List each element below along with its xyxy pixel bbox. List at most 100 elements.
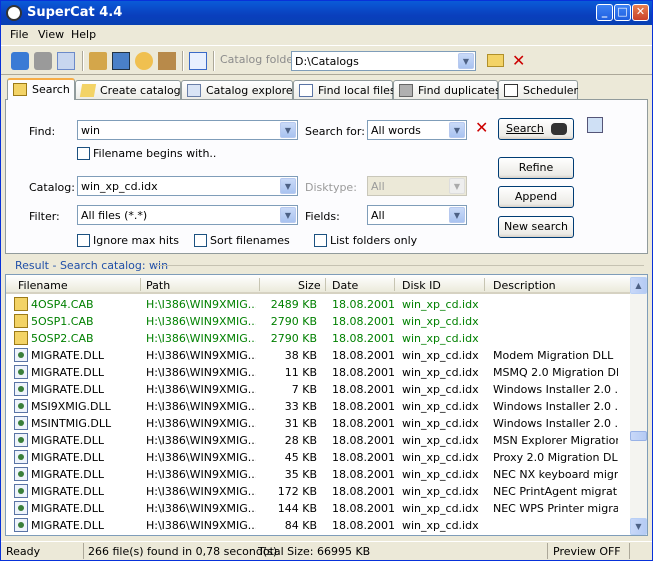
preview-icon[interactable] [587, 117, 603, 133]
disktype-select: All ▼ [367, 176, 467, 196]
search-panel: Find: win ▼ Search for: All words ▼ ✕ Se… [5, 99, 648, 254]
dll-file-icon [14, 382, 28, 396]
scheduler-icon [504, 84, 518, 97]
append-button[interactable]: Append [498, 186, 574, 208]
chevron-down-icon[interactable]: ▼ [449, 207, 465, 223]
dll-file-icon [14, 433, 28, 447]
col-filename[interactable]: Filename [18, 279, 68, 292]
copy-icon[interactable] [57, 52, 75, 70]
toolbar-separator [82, 51, 84, 71]
cab-file-icon [14, 314, 28, 328]
cell-desc: Modem Migration DLL [493, 349, 614, 362]
column-divider[interactable] [259, 278, 260, 291]
chevron-down-icon[interactable]: ▼ [280, 207, 296, 223]
window-icon[interactable] [189, 52, 207, 70]
menu-file[interactable]: File [10, 28, 28, 41]
tab-find-local-files[interactable]: Find local files [293, 80, 396, 100]
search-button[interactable]: Search [498, 118, 574, 140]
table-row[interactable]: 5OSP2.CAB H:\I386\WIN9XMIG... 2790 KB 18.08… [6, 330, 630, 347]
table-row[interactable]: MIGRATE.DLL H:\I386\WIN9XMIG... 35 KB 18.08… [6, 466, 630, 483]
scroll-down-icon[interactable]: ▼ [630, 518, 647, 535]
edit-icon[interactable] [89, 52, 107, 70]
table-row[interactable]: MIGRATE.DLL H:\I386\WIN9XMIG... 7 KB 18.08.… [6, 381, 630, 398]
col-disk-id[interactable]: Disk ID [402, 279, 441, 292]
table-row[interactable]: MIGRATE.DLL H:\I386\WIN9XMIG... 45 KB 18.08… [6, 449, 630, 466]
search-for-select[interactable]: All words ▼ [367, 120, 467, 140]
cell-disk: win_xp_cd.idx [402, 383, 479, 396]
table-row[interactable]: MIGRATE.DLL H:\I386\WIN9XMIG... 172 KB 18.0… [6, 483, 630, 500]
status-divider [547, 543, 548, 559]
cell-name: 4OSP4.CAB [31, 298, 94, 311]
column-divider[interactable] [484, 278, 485, 291]
chevron-down-icon[interactable]: ▼ [449, 122, 465, 138]
column-divider[interactable] [325, 278, 326, 291]
cell-size: 11 KB [284, 366, 317, 379]
col-size[interactable]: Size [298, 279, 321, 292]
list-folders-checkbox[interactable] [314, 234, 327, 247]
supercat-app-icon[interactable] [6, 5, 22, 21]
table-row[interactable]: MIGRATE.DLL H:\I386\WIN9XMIG... 38 KB 18.08… [6, 347, 630, 364]
cell-path: H:\I386\WIN9XMIG... [146, 332, 256, 345]
chevron-down-icon[interactable]: ▼ [280, 122, 296, 138]
minimize-button[interactable]: _ [596, 4, 613, 21]
catalog-folder-select[interactable]: D:\Catalogs ▼ [291, 51, 476, 71]
tab-scheduler[interactable]: Scheduler [498, 80, 578, 100]
tab-search[interactable]: Search [7, 78, 75, 100]
refine-button[interactable]: Refine [498, 157, 574, 179]
cell-date: 18.08.2001 [332, 298, 395, 311]
col-path[interactable]: Path [146, 279, 170, 292]
scroll-thumb[interactable] [630, 431, 647, 441]
maximize-button[interactable]: □ [614, 4, 631, 21]
table-row[interactable]: MSI9XMIG.DLL H:\I386\WIN9XMIG... 33 KB 18.0… [6, 398, 630, 415]
tools-icon[interactable] [158, 52, 176, 70]
catalog-select[interactable]: win_xp_cd.idx ▼ [77, 176, 298, 196]
cell-name: 5OSP2.CAB [31, 332, 94, 345]
cell-date: 18.08.2001 [332, 451, 395, 464]
chevron-down-icon[interactable]: ▼ [458, 53, 474, 69]
cell-name: MIGRATE.DLL [31, 485, 105, 498]
column-divider[interactable] [140, 278, 141, 291]
chevron-down-icon[interactable]: ▼ [280, 178, 296, 194]
table-row[interactable]: MIGRATE.DLL H:\I386\WIN9XMIG... 11 KB 18.08… [6, 364, 630, 381]
dll-file-icon [14, 518, 28, 532]
cell-date: 18.08.2001 [332, 315, 395, 328]
monitor-icon[interactable] [112, 52, 130, 70]
tab-create-catalog[interactable]: Create catalog [75, 80, 181, 100]
cell-disk: win_xp_cd.idx [402, 502, 479, 515]
clear-search-icon[interactable]: ✕ [475, 118, 488, 137]
find-input[interactable]: win ▼ [77, 120, 298, 140]
table-row[interactable]: 5OSP1.CAB H:\I386\WIN9XMIG... 2790 KB 18.08… [6, 313, 630, 330]
cell-date: 18.08.2001 [332, 332, 395, 345]
table-row[interactable]: MSINTMIG.DLL H:\I386\WIN9XMIG... 31 KB 18.0… [6, 415, 630, 432]
vertical-scrollbar[interactable]: ▲ ▼ [630, 275, 647, 535]
filename-begins-checkbox[interactable] [77, 147, 90, 160]
tab-find-duplicates[interactable]: Find duplicates [393, 80, 501, 100]
sort-filenames-checkbox[interactable] [194, 234, 207, 247]
table-row[interactable]: MIGRATE.DLL H:\I386\WIN9XMIG... 144 KB 18.0… [6, 500, 630, 517]
cell-desc: Proxy 2.0 Migration DL... [493, 451, 618, 464]
ignore-max-hits-checkbox[interactable] [77, 234, 90, 247]
title-bar[interactable]: SuperCat 4.4 _ □ ✕ [1, 1, 652, 25]
col-description[interactable]: Description [493, 279, 556, 292]
menu-view[interactable]: View [38, 28, 64, 41]
scroll-up-icon[interactable]: ▲ [630, 277, 647, 294]
tab-catalog-explorer[interactable]: Catalog explorer [181, 80, 297, 100]
col-date[interactable]: Date [332, 279, 358, 292]
table-row[interactable]: 4OSP4.CAB H:\I386\WIN9XMIG... 2489 KB 18.08… [6, 296, 630, 313]
camera-icon[interactable] [34, 52, 52, 70]
search-for-label: Search for: [305, 125, 365, 138]
connect-icon[interactable] [11, 52, 29, 70]
clear-folder-icon[interactable]: ✕ [512, 51, 525, 70]
filter-select[interactable]: All files (*.*) ▼ [77, 205, 298, 225]
results-grid[interactable]: Filename Path Size Date Disk ID Descript… [5, 274, 648, 536]
table-row[interactable]: MIGRATE.DLL H:\I386\WIN9XMIG... 84 KB 18.08… [6, 517, 630, 534]
filter-value: All files (*.*) [81, 209, 148, 222]
column-divider[interactable] [394, 278, 395, 291]
open-folder-icon[interactable] [487, 54, 504, 67]
disk-icon[interactable] [135, 52, 153, 70]
table-row[interactable]: MIGRATE.DLL H:\I386\WIN9XMIG... 28 KB 18.08… [6, 432, 630, 449]
new-search-button[interactable]: New search [498, 216, 574, 238]
close-button[interactable]: ✕ [632, 4, 649, 21]
fields-select[interactable]: All ▼ [367, 205, 467, 225]
menu-help[interactable]: Help [71, 28, 96, 41]
